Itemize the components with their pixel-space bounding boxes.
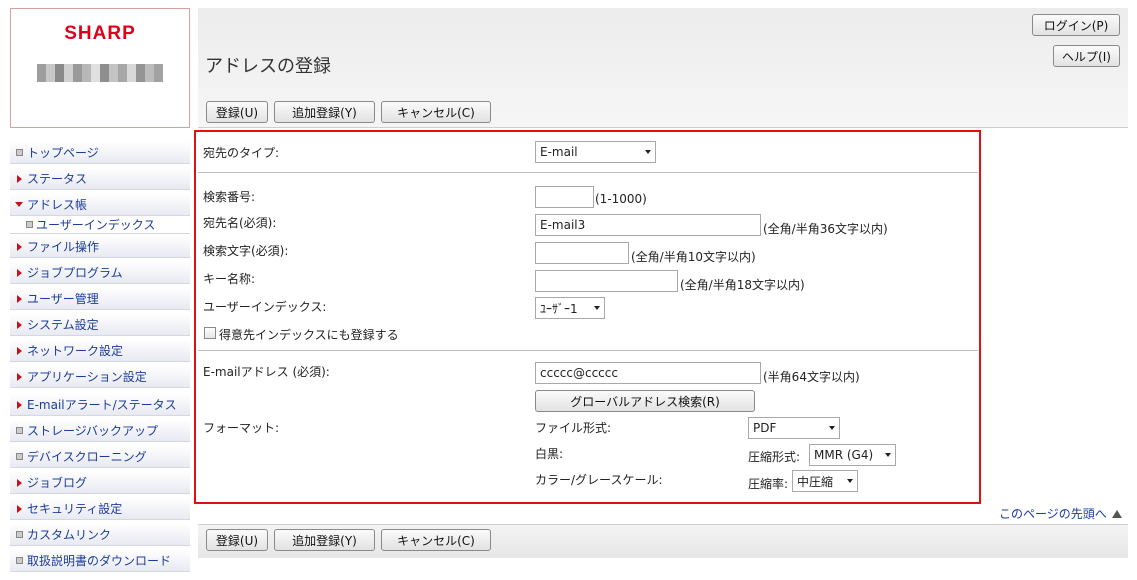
ratio-label: 圧縮率: xyxy=(748,477,789,491)
sidebar-item-custom-link[interactable]: カスタムリンク xyxy=(10,524,190,546)
mono-label: 白黒: xyxy=(535,447,564,461)
key-name-hint: (全角/半角18文字以内) xyxy=(680,278,805,292)
section-divider xyxy=(198,350,978,351)
email-label: E-mailアドレス (必須): xyxy=(203,365,330,379)
search-no-hint: (1-1000) xyxy=(595,192,647,206)
model-name-redacted xyxy=(37,64,163,82)
dest-type-select[interactable]: E-mail xyxy=(535,141,656,163)
square-bullet-icon xyxy=(24,221,34,228)
arrow-right-icon xyxy=(13,294,25,303)
sidebar-item-job-program[interactable]: ジョブプログラム xyxy=(10,262,190,284)
sidebar-item-user-management[interactable]: ユーザー管理 xyxy=(10,288,190,310)
square-bullet-icon xyxy=(13,557,25,564)
chevron-down-icon xyxy=(847,479,853,483)
sidebar-item-status[interactable]: ステータス xyxy=(10,168,190,190)
arrow-right-icon xyxy=(13,320,25,329)
cancel-button-bottom[interactable]: キャンセル(C) xyxy=(381,529,491,551)
search-no-input[interactable] xyxy=(535,186,594,208)
add-register-button-bottom[interactable]: 追加登録(Y) xyxy=(274,529,375,551)
arrow-up-icon xyxy=(1111,509,1122,518)
arrow-right-icon xyxy=(13,174,25,183)
user-index-select[interactable]: ﾕｰｻﾞｰ1 xyxy=(535,297,605,319)
file-type-label: ファイル形式: xyxy=(535,421,612,435)
register-button-bottom[interactable]: 登録(U) xyxy=(206,529,268,551)
sidebar-item-top-page[interactable]: トップページ xyxy=(10,142,190,164)
page-title: アドレスの登録 xyxy=(205,56,331,77)
arrow-down-icon xyxy=(13,202,25,207)
sidebar-item-system-settings[interactable]: システム設定 xyxy=(10,314,190,336)
arrow-right-icon xyxy=(13,268,25,277)
chevron-down-icon xyxy=(594,306,600,310)
favorite-label: 得意先インデックスにも登録する xyxy=(219,328,399,342)
brand-logo-box: SHARP xyxy=(10,8,190,128)
key-name-label: キー名称: xyxy=(203,272,256,286)
square-bullet-icon xyxy=(13,453,25,460)
search-char-label: 検索文字(必須): xyxy=(203,244,289,258)
sidebar-item-storage-backup[interactable]: ストレージバックアップ xyxy=(10,420,190,442)
chevron-down-icon xyxy=(829,426,835,430)
sidebar-item-user-index[interactable]: ユーザーインデックス xyxy=(10,216,190,234)
email-input[interactable]: ccccc@ccccc xyxy=(535,362,761,384)
arrow-right-icon xyxy=(13,400,25,409)
sidebar-item-network-settings[interactable]: ネットワーク設定 xyxy=(10,340,190,362)
name-input[interactable]: E-mail3 xyxy=(535,214,761,236)
compress-select[interactable]: MMR (G4) xyxy=(809,444,896,466)
compress-label: 圧縮形式: xyxy=(748,450,801,464)
sidebar-item-application-settings[interactable]: アプリケーション設定 xyxy=(10,366,190,388)
email-hint: (半角64文字以内) xyxy=(763,370,860,384)
square-bullet-icon xyxy=(13,427,25,434)
arrow-right-icon xyxy=(13,346,25,355)
key-name-input[interactable] xyxy=(535,270,678,292)
arrow-right-icon xyxy=(13,372,25,381)
cancel-button[interactable]: キャンセル(C) xyxy=(381,101,491,123)
dest-type-label: 宛先のタイプ: xyxy=(203,146,280,160)
sidebar-item-security-settings[interactable]: セキュリティ設定 xyxy=(10,498,190,520)
sharp-logo: SHARP xyxy=(64,23,136,44)
square-bullet-icon xyxy=(13,149,25,156)
sidebar-item-device-cloning[interactable]: デバイスクローニング xyxy=(10,446,190,468)
sidebar-item-job-log[interactable]: ジョブログ xyxy=(10,472,190,494)
favorite-checkbox[interactable] xyxy=(204,327,216,339)
sidebar-item-manual-download[interactable]: 取扱説明書のダウンロード xyxy=(10,550,190,572)
help-button[interactable]: ヘルプ(I) xyxy=(1053,45,1120,67)
search-char-hint: (全角/半角10文字以内) xyxy=(631,250,756,264)
arrow-right-icon xyxy=(13,242,25,251)
name-hint: (全角/半角36文字以内) xyxy=(763,222,888,236)
square-bullet-icon xyxy=(13,531,25,538)
sidebar-item-file-operation[interactable]: ファイル操作 xyxy=(10,236,190,258)
add-register-button[interactable]: 追加登録(Y) xyxy=(274,101,375,123)
ratio-select[interactable]: 中圧縮 xyxy=(792,470,858,492)
sidebar-item-address-book[interactable]: アドレス帳 xyxy=(10,194,190,216)
page-top-link[interactable]: このページの先頭へ xyxy=(999,505,1122,522)
chevron-down-icon xyxy=(645,150,651,154)
file-type-select[interactable]: PDF xyxy=(748,417,840,439)
arrow-right-icon xyxy=(13,478,25,487)
register-button[interactable]: 登録(U) xyxy=(206,101,268,123)
color-label: カラー/グレースケール: xyxy=(535,473,663,487)
chevron-down-icon xyxy=(885,453,891,457)
sidebar-item-email-alert[interactable]: E-mailアラート/ステータス xyxy=(10,394,190,416)
section-divider xyxy=(198,172,978,173)
login-button[interactable]: ログイン(P) xyxy=(1032,14,1120,36)
user-index-label: ユーザーインデックス: xyxy=(203,300,327,314)
name-label: 宛先名(必須): xyxy=(203,216,277,230)
format-label: フォーマット: xyxy=(203,421,280,435)
global-address-search-button[interactable]: グローバルアドレス検索(R) xyxy=(535,390,755,412)
arrow-right-icon xyxy=(13,504,25,513)
search-no-label: 検索番号: xyxy=(203,190,256,204)
search-char-input[interactable] xyxy=(535,242,629,264)
